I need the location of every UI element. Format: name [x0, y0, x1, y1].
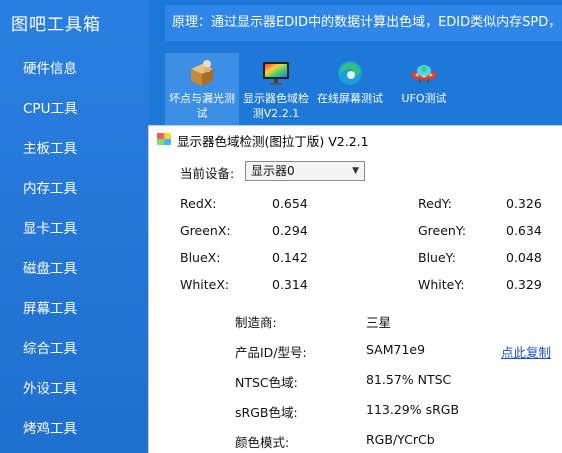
- sidebar-item-motherboard-tools[interactable]: 主板工具: [0, 130, 149, 168]
- tool-label-line1: 在线屏幕测试: [317, 92, 383, 105]
- blue-y-value: 0.048: [506, 250, 542, 265]
- model-label: 产品ID/型号:: [235, 345, 307, 360]
- sidebar-item-memory-tools[interactable]: 内存工具: [0, 170, 149, 208]
- window-titlebar[interactable]: 显示器色域检测(图拉丁版) V2.2.1: [149, 126, 562, 153]
- sidebar-item-stress-tools[interactable]: 烤鸡工具: [0, 410, 149, 448]
- window-title: 显示器色域检测(图拉丁版) V2.2.1: [177, 134, 369, 149]
- green-y-label: GreenY:: [418, 223, 467, 238]
- sidebar-item-general-tools[interactable]: 综合工具: [0, 330, 149, 368]
- ntsc-value: 81.57% NTSC: [366, 372, 452, 387]
- blue-x-value: 0.142: [272, 250, 308, 265]
- color-mode-label: 颜色模式:: [235, 435, 290, 450]
- tool-gamut-check[interactable]: 显示器色域检 测V2.2.1: [239, 53, 313, 125]
- monitor-icon: [263, 62, 289, 85]
- sidebar-item-disk-tools[interactable]: 磁盘工具: [0, 250, 149, 288]
- sidebar: 图吧工具箱 硬件信息 CPU工具 主板工具 内存工具 显卡工具 磁盘工具 屏幕工…: [0, 0, 149, 453]
- green-x-value: 0.294: [272, 223, 308, 238]
- tool-ufo-test[interactable]: UFO测试: [387, 53, 461, 125]
- red-y-value: 0.326: [506, 196, 542, 211]
- ntsc-label: NTSC色域:: [235, 375, 298, 390]
- edge-browser-icon: [338, 61, 362, 85]
- manufacturer-value: 三星: [366, 315, 392, 330]
- tool-online-screen-test[interactable]: 在线屏幕测试: [313, 53, 387, 125]
- tool-dead-pixel-test[interactable]: 坏点与漏光测 试: [165, 53, 239, 125]
- chevron-down-icon: ▼: [352, 166, 359, 176]
- red-y-label: RedY:: [418, 196, 452, 211]
- window-app-icon: [157, 133, 171, 145]
- tool-label-line2: 试: [196, 107, 208, 120]
- red-x-label: RedX:: [180, 196, 217, 211]
- color-mode-value: RGB/YCrCb: [366, 432, 435, 447]
- tool-label-line1: 坏点与漏光测: [169, 92, 235, 105]
- sidebar-item-cpu-tools[interactable]: CPU工具: [0, 90, 149, 128]
- manufacturer-label: 制造商:: [235, 315, 277, 330]
- srgb-value: 113.29% sRGB: [366, 402, 460, 417]
- white-x-label: WhiteX:: [180, 277, 230, 292]
- gamut-check-window: 显示器色域检测(图拉丁版) V2.2.1 当前设备: 显示器0 ▼ RedX: …: [148, 125, 562, 453]
- device-select-value: 显示器0: [251, 164, 295, 178]
- sidebar-item-gpu-tools[interactable]: 显卡工具: [0, 210, 149, 248]
- sidebar-item-screen-tools[interactable]: 屏幕工具: [0, 290, 149, 328]
- device-select[interactable]: 显示器0 ▼: [245, 161, 365, 181]
- green-x-label: GreenX:: [180, 223, 231, 238]
- tool-label-line2: 测V2.2.1: [252, 107, 300, 120]
- blue-x-label: BlueX:: [180, 250, 221, 265]
- sidebar-item-hardware-info[interactable]: 硬件信息: [0, 50, 149, 88]
- white-y-value: 0.329: [506, 277, 542, 292]
- app-title: 图吧工具箱: [11, 15, 101, 35]
- red-x-value: 0.654: [272, 196, 308, 211]
- white-y-label: WhiteY:: [418, 277, 465, 292]
- white-x-value: 0.314: [272, 277, 308, 292]
- blue-y-label: BlueY:: [418, 250, 456, 265]
- green-y-value: 0.634: [506, 223, 542, 238]
- device-label: 当前设备:: [180, 166, 235, 181]
- box-icon: [191, 60, 213, 86]
- tool-label-line1: UFO测试: [401, 92, 447, 105]
- sidebar-item-peripheral-tools[interactable]: 外设工具: [0, 370, 149, 408]
- copy-link[interactable]: 点此复制: [501, 342, 551, 361]
- ufo-icon: [411, 65, 437, 83]
- tool-label-line1: 显示器色域检: [243, 92, 309, 105]
- info-banner: 原理：通过显示器EDID中的数据计算出色域，EDID类似内存SPD，可: [165, 5, 562, 41]
- srgb-label: sRGB色域:: [235, 405, 298, 420]
- model-value: SAM71e9: [366, 342, 426, 357]
